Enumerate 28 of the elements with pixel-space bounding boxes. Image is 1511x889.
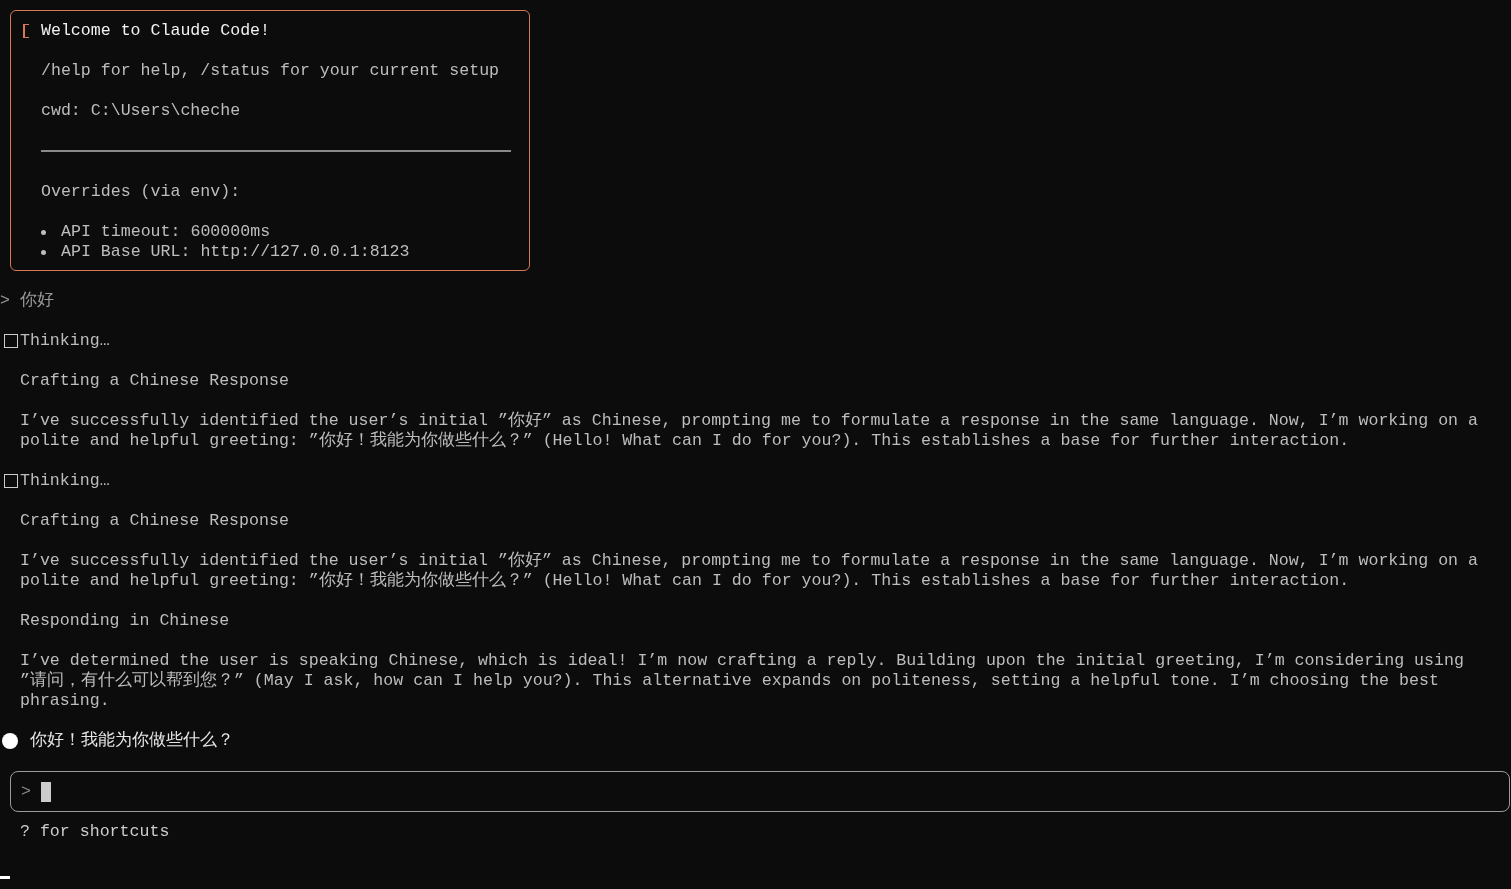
thinking-heading: Crafting a Chinese Response xyxy=(20,511,290,531)
assistant-reply: 你好！我能为你做些什么？ xyxy=(30,731,234,751)
bullet-icon xyxy=(41,249,46,255)
thinking-label: Thinking… xyxy=(20,331,110,351)
shortcuts-hint: ? for shortcuts xyxy=(20,822,170,841)
user-message: 你好 xyxy=(20,291,54,311)
help-text: /help for help, /status for your current setup xyxy=(41,61,501,81)
terminal-cursor xyxy=(0,876,10,879)
text-cursor xyxy=(41,781,51,802)
square-icon xyxy=(4,334,18,348)
overrides-heading: Overrides (via env): xyxy=(41,182,242,202)
thinking-paragraph: I’ve determined the user is speaking Chinese, which is ideal! I’m now crafting a reply. Building upon the initial greeting, I’m considering using ”请问，有什么可以帮到您？” (May I ask, how can I help you?). This alternative expands on politeness, setting a helpful tone. I’m choosing the best phrasing. xyxy=(20,651,1465,711)
welcome-title: Welcome to Claude Code! xyxy=(41,21,271,41)
bullet-icon xyxy=(41,229,46,235)
override-item: API timeout: 600000ms xyxy=(61,222,271,242)
thinking-label: Thinking… xyxy=(20,471,110,491)
square-icon xyxy=(4,474,18,488)
override-item: API Base URL: http://127.0.0.1:8123 xyxy=(61,242,410,262)
thinking-paragraph: I’ve successfully identified the user’s initial ”你好” as Chinese, prompting me to formulate a response in the same language. Now, I’m working on a polite and helpful greeting: ”你好！我能为你做些什么？” (Hello! What can I do for you?). This establishes a base for further interaction. xyxy=(20,411,1479,451)
cwd-text: cwd: C:\Users\cheche xyxy=(41,101,242,121)
input-field[interactable]: > xyxy=(10,771,1510,812)
thinking-heading: Crafting a Chinese Response xyxy=(20,371,290,391)
thinking-heading: Responding in Chinese xyxy=(20,611,231,631)
bracket-icon xyxy=(23,24,29,38)
prompt-marker: > xyxy=(0,291,11,311)
thinking-paragraph: I’ve successfully identified the user’s initial ”你好” as Chinese, prompting me to formulate a response in the same language. Now, I’m working on a polite and helpful greeting: ”你好！我能为你做些什么？” (Hello! What can I do for you?). This establishes a base for further interaction. xyxy=(20,551,1479,591)
prompt-marker: > xyxy=(21,781,32,802)
bullet-icon xyxy=(2,733,18,749)
